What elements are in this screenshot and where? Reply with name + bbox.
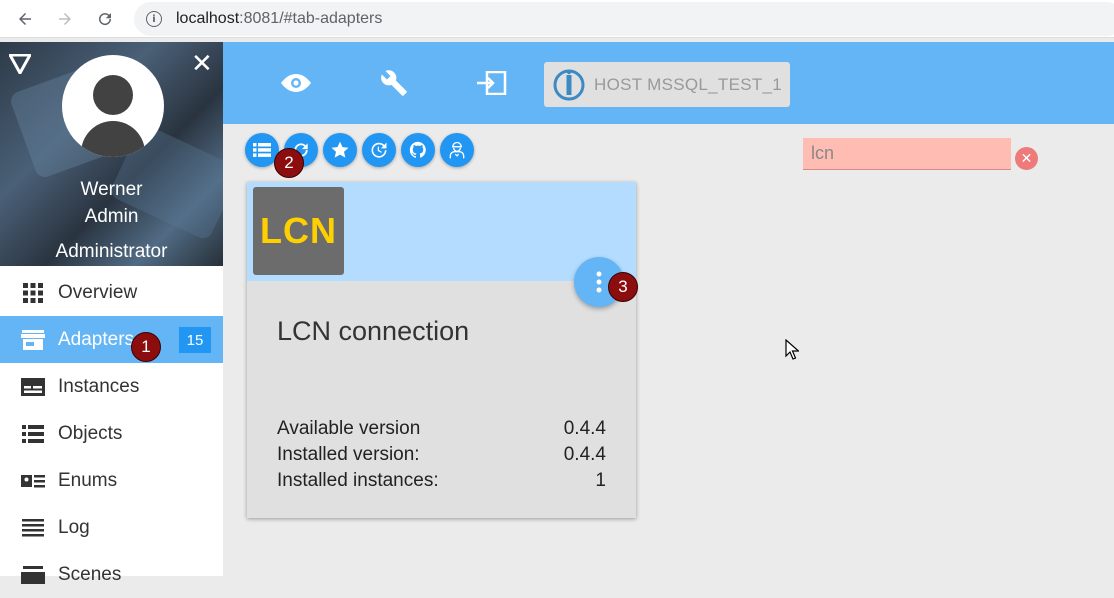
sidebar-item-overview[interactable]: Overview	[0, 269, 223, 316]
sidebar-item-adapters[interactable]: Adapters 15	[0, 316, 223, 363]
favorites-button[interactable]	[323, 133, 357, 167]
update-button[interactable]	[362, 133, 396, 167]
store-icon	[20, 329, 46, 351]
reload-icon	[99, 13, 112, 26]
sidebar-item-enums[interactable]: Enums	[0, 457, 223, 504]
log-icon	[20, 517, 46, 539]
url-host: localhost	[176, 10, 240, 27]
installed-instances-row: Installed instances: 1	[277, 470, 606, 492]
instances-icon	[20, 376, 46, 398]
clear-search-icon[interactable]: ✕	[1015, 147, 1038, 170]
profile-role: Administrator	[55, 241, 168, 262]
annotation-marker-3: 3	[608, 272, 638, 302]
github-icon	[409, 141, 426, 158]
row-value: 0.4.4	[563, 418, 606, 439]
sidebar-item-label: Log	[58, 516, 90, 538]
host-selector-button[interactable]: HOST MSSQL_TEST_1	[544, 62, 790, 107]
sidebar-item-objects[interactable]: Objects	[0, 410, 223, 457]
installed-version-row: Installed version: 0.4.4	[277, 444, 606, 466]
arrow-right-icon	[59, 13, 71, 25]
url-text: localhost:8081/#tab-adapters	[176, 10, 382, 28]
row-value: 0.4.4	[563, 444, 606, 465]
search-input[interactable]: lcn	[803, 138, 1011, 170]
adapter-count-badge: 15	[179, 327, 211, 353]
sidebar-item-label: Adapters	[58, 328, 135, 350]
sidebar-item-log[interactable]: Log	[0, 504, 223, 551]
arrow-left-icon	[19, 13, 31, 25]
sidebar-item-label: Objects	[58, 422, 123, 444]
sidebar-item-label: Instances	[58, 375, 140, 397]
sidebar-item-scenes[interactable]: Scenes	[0, 551, 223, 598]
close-menu-icon[interactable]: ✕	[191, 51, 213, 77]
enums-icon	[20, 470, 46, 492]
back-button[interactable]	[12, 6, 38, 32]
row-label: Installed instances:	[277, 470, 439, 491]
avatar	[62, 55, 164, 157]
available-version-row: Available version 0.4.4	[277, 418, 606, 440]
iobroker-host-icon	[553, 69, 585, 100]
reload-button[interactable]	[92, 6, 118, 32]
annotation-marker-2: 2	[274, 148, 304, 178]
adapter-logo: LCN	[253, 187, 344, 275]
adapter-card: LCN LCN connection Available version 0.4…	[247, 182, 636, 518]
github-button[interactable]	[401, 133, 435, 167]
list-icon	[20, 423, 46, 445]
iobroker-logo-icon[interactable]	[9, 54, 31, 74]
wrench-icon[interactable]	[378, 69, 410, 97]
annotation-marker-1: 1	[131, 332, 161, 362]
row-label: Available version	[277, 418, 421, 439]
exit-icon[interactable]	[476, 69, 508, 97]
eye-icon[interactable]	[280, 69, 312, 97]
profile-first-name: Werner	[80, 179, 143, 200]
star-icon	[331, 141, 349, 158]
address-bar[interactable]: i localhost:8081/#tab-adapters	[134, 2, 1114, 36]
sidebar-item-label: Scenes	[58, 563, 122, 585]
adapter-card-header: LCN	[247, 182, 636, 281]
sidebar: ✕ Werner Admin Administrator Overview Ad…	[0, 42, 223, 585]
expert-mode-button[interactable]	[440, 133, 474, 167]
url-path: :8081/#tab-adapters	[239, 10, 383, 27]
list-view-icon	[253, 143, 271, 157]
grid-icon	[20, 282, 46, 304]
profile-last-name: Admin	[84, 206, 139, 227]
row-value: 1	[595, 470, 606, 491]
more-vert-icon	[596, 271, 602, 293]
profile-header: ✕ Werner Admin Administrator	[0, 42, 223, 266]
sidebar-item-instances[interactable]: Instances	[0, 363, 223, 410]
app-bar: HOST MSSQL_TEST_1	[223, 42, 1114, 124]
host-label: HOST MSSQL_TEST_1	[594, 74, 783, 94]
sidebar-item-label: Enums	[58, 469, 118, 491]
update-icon	[371, 142, 387, 158]
adapter-title: LCN connection	[277, 316, 470, 346]
expert-icon	[449, 141, 465, 159]
sidebar-item-label: Overview	[58, 281, 138, 303]
info-icon: i	[146, 11, 162, 27]
row-label: Installed version:	[277, 444, 420, 465]
scenes-icon	[20, 564, 46, 586]
browser-toolbar: i localhost:8081/#tab-adapters	[0, 0, 1114, 38]
mouse-cursor-icon	[785, 339, 799, 360]
forward-button[interactable]	[52, 6, 78, 32]
